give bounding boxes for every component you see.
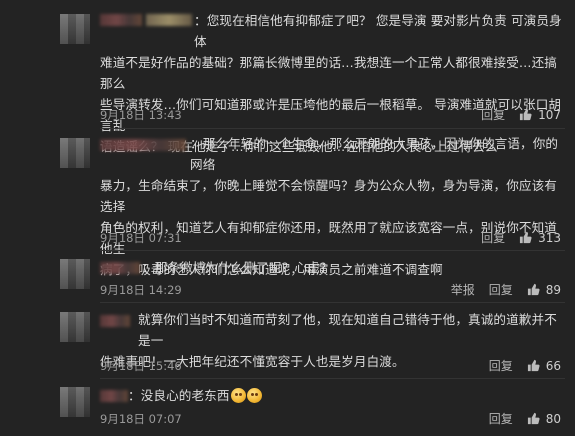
avatar[interactable] — [60, 259, 90, 289]
report-button[interactable]: 举报 — [451, 281, 475, 298]
comment-actions: 回复 107 — [467, 106, 561, 123]
avatar[interactable] — [60, 14, 90, 44]
like-count: 313 — [538, 230, 561, 245]
like-count: 89 — [545, 282, 561, 297]
like-button[interactable]: 66 — [527, 359, 561, 373]
like-button[interactable]: 313 — [519, 231, 561, 245]
emoji-icon — [230, 388, 246, 403]
emoji-icon — [246, 388, 262, 403]
comment-time: 9月18日 15:46 — [100, 359, 182, 373]
reply-button[interactable]: 回复 — [489, 357, 513, 374]
like-button[interactable]: 80 — [527, 412, 561, 426]
comment-text: ：没良心的老东西 — [100, 385, 562, 406]
comment-actions: 回复 80 — [475, 410, 561, 427]
reply-button[interactable]: 回复 — [481, 229, 505, 246]
thumbs-up-icon — [527, 283, 540, 296]
like-button[interactable]: 107 — [519, 108, 561, 122]
divider — [100, 302, 565, 303]
comment-time: 9月18日 07:31 — [100, 231, 182, 245]
divider — [100, 250, 565, 251]
comment-time: 9月18日 07:07 — [100, 412, 182, 426]
reply-button[interactable]: 回复 — [489, 281, 513, 298]
comment-text-line: ：没良心的老东西 — [128, 388, 230, 403]
comment-actions: 举报 回复 89 — [437, 281, 561, 298]
avatar[interactable] — [60, 138, 90, 168]
reply-button[interactable]: 回复 — [489, 410, 513, 427]
thumbs-up-icon — [527, 412, 540, 425]
like-count: 107 — [538, 107, 561, 122]
comment-time: 9月18日 13:43 — [100, 108, 182, 122]
comment-actions: 回复 313 — [467, 229, 561, 246]
divider — [100, 128, 565, 129]
thumbs-up-icon — [520, 108, 532, 121]
reply-button[interactable]: 回复 — [481, 106, 505, 123]
like-count: 66 — [545, 358, 561, 373]
comment-actions: 回复 66 — [475, 357, 561, 374]
thumbs-up-icon — [520, 231, 532, 244]
thumbs-up-icon — [527, 359, 540, 372]
avatar[interactable] — [60, 312, 90, 342]
divider — [100, 378, 565, 379]
comment-time: 9月18日 14:29 — [100, 283, 182, 297]
like-button[interactable]: 89 — [527, 283, 561, 297]
comment-text: ：那条微博为什么删了呢？心虚？ — [142, 260, 333, 275]
like-count: 80 — [545, 411, 561, 426]
avatar[interactable] — [60, 387, 90, 417]
